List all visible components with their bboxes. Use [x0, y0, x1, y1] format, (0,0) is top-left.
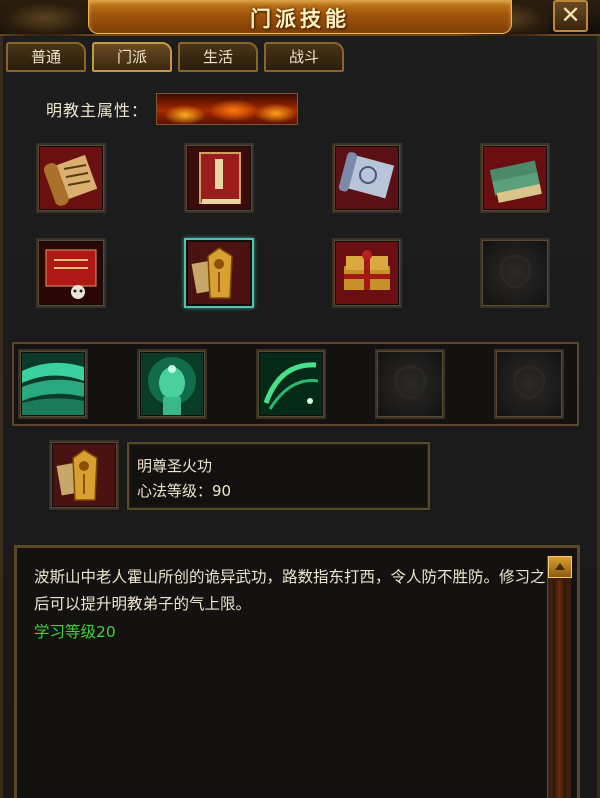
golden-tablet-icon [53, 444, 115, 506]
empty-skill-slot[interactable] [480, 238, 550, 308]
description-panel: 波斯山中老人霍山所创的诡异武功，路数指东打西，令人防不胜防。修习之后可以提升明教… [14, 545, 580, 798]
main-attribute-label: 明教主属性： [46, 101, 149, 120]
tab-label: 门派 [116, 48, 147, 66]
tab-normal[interactable]: 普通 [6, 42, 86, 72]
skill-slot[interactable] [36, 238, 106, 308]
title-bar[interactable]: 门派技能 ✕ [0, 0, 600, 36]
scroll-icon [40, 147, 102, 209]
skill-name: 明尊圣火功 [137, 457, 213, 475]
skill-slot[interactable] [137, 349, 207, 419]
skill-slot[interactable] [332, 143, 402, 213]
arrow-up-icon [555, 563, 565, 570]
empty-slot-emblem-icon [513, 365, 546, 400]
learn-level-requirement: 学习等级20 [34, 623, 116, 641]
green-wave-icon [22, 353, 84, 415]
title-plate: 门派技能 [88, 0, 512, 34]
scroll-track[interactable] [553, 580, 566, 798]
fire-attribute-icon [156, 93, 298, 125]
left-border [0, 36, 3, 798]
red-scroll-skull-icon [40, 242, 102, 304]
skill-slot-selected[interactable] [184, 238, 254, 308]
close-icon: ✕ [560, 1, 581, 29]
skill-slot[interactable] [36, 143, 106, 213]
silver-scroll-icon [336, 147, 398, 209]
skill-slot[interactable] [184, 143, 254, 213]
tab-label: 战斗 [288, 48, 319, 66]
skill-level: 心法等级：90 [137, 482, 232, 500]
selected-skill-icon-slot [49, 440, 119, 510]
empty-slot-emblem-icon [394, 365, 427, 400]
tab-sect[interactable]: 门派 [92, 42, 172, 72]
skill-info-box: 明尊圣火功 心法等级：90 [127, 442, 430, 510]
jade-head-icon [141, 353, 203, 415]
skill-description: 波斯山中老人霍山所创的诡异武功，路数指东打西，令人防不胜防。修习之后可以提升明教… [34, 568, 546, 613]
green-swirl-icon [260, 353, 322, 415]
skill-window: 门派技能 ✕ 普通 门派 生活 战斗 明教主属性： 明尊圣火功 心法等级：90 … [0, 0, 600, 798]
gift-books-icon [336, 242, 398, 304]
tab-combat[interactable]: 战斗 [264, 42, 344, 72]
empty-slot-emblem-icon [499, 254, 532, 289]
red-book-icon [188, 147, 250, 209]
skill-slot[interactable] [332, 238, 402, 308]
golden-tablet-icon [188, 242, 250, 304]
tab-label: 普通 [30, 48, 61, 66]
empty-skill-slot[interactable] [494, 349, 564, 419]
skill-slot[interactable] [18, 349, 88, 419]
scroll-up-button[interactable] [548, 556, 572, 578]
tab-life[interactable]: 生活 [178, 42, 258, 72]
close-button[interactable]: ✕ [553, 0, 588, 32]
skill-slot[interactable] [480, 143, 550, 213]
description-scrollbar[interactable] [547, 556, 572, 798]
empty-skill-slot[interactable] [375, 349, 445, 419]
skill-slot[interactable] [256, 349, 326, 419]
title-ornament-left [0, 0, 90, 36]
window-title: 门派技能 [250, 6, 350, 31]
tab-label: 生活 [202, 48, 233, 66]
green-books-icon [484, 147, 546, 209]
